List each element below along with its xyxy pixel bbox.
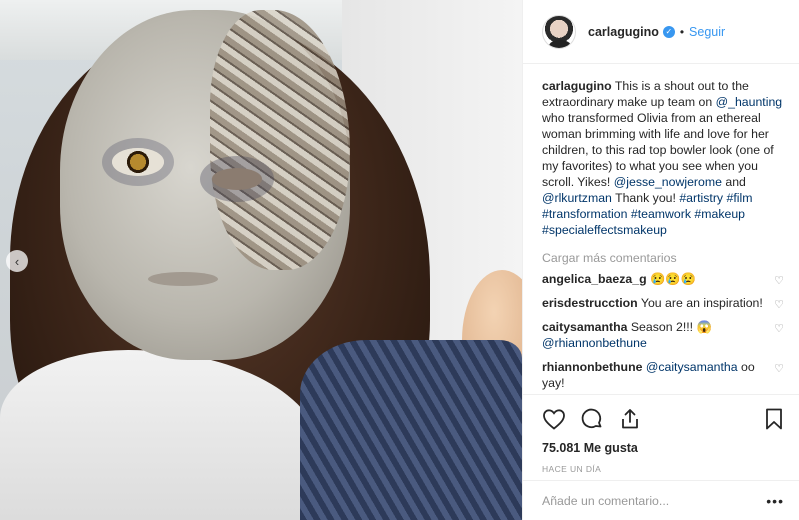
add-comment-bar: ••• [523,480,799,520]
post-sidebar: carlagugino ✓ • Seguir carlagugino This … [522,0,799,520]
mention-link[interactable]: @jesse_nowjerome [614,175,722,189]
right-eye [212,168,262,190]
comment-item: caitysamantha Season 2!!! 😱 @rhiannonbet… [542,319,788,351]
share-icon[interactable] [618,407,642,431]
comment-text: Season 2!!! 😱 [630,320,712,334]
post-actions: 75.081 Me gusta HACE UN DÍA [523,394,799,494]
mention-link[interactable]: @rhiannonbethune [542,336,647,350]
mention-link[interactable]: @caitysamantha [646,360,738,374]
bookmark-icon[interactable] [764,407,784,431]
comments-section: carlagugino This is a shout out to the e… [523,64,799,394]
verified-badge-icon: ✓ [662,25,675,38]
mention-link[interactable]: @_haunting [716,95,783,109]
comment-icon[interactable] [580,407,604,431]
header-username[interactable]: carlagugino [588,25,659,39]
blue-towel [300,340,522,520]
comment-username[interactable]: angelica_baeza_g [542,272,647,286]
heart-icon[interactable] [542,408,566,430]
comment-username[interactable]: caitysamantha [542,320,627,334]
comment-text: 😢😢😢 [650,272,696,286]
left-eye [112,148,164,176]
heart-icon[interactable]: ♡ [774,321,784,337]
post-photo[interactable]: ‹ [0,0,522,520]
comment-item: rhiannonbethune @caitysamantha oo yay! ♡ [542,359,788,391]
action-icons-row [542,405,784,433]
caption: carlagugino This is a shout out to the e… [542,78,788,238]
mention-link[interactable]: @rlkurtzman [542,191,612,205]
comment-item: erisdestrucction You are an inspiration!… [542,295,788,311]
caption-username[interactable]: carlagugino [542,79,612,93]
post-timestamp[interactable]: HACE UN DÍA [542,464,784,474]
likes-count[interactable]: 75.081 Me gusta [542,441,784,455]
chevron-left-icon[interactable]: ‹ [6,250,28,272]
comment-username[interactable]: rhiannonbethune [542,360,642,374]
comment-username[interactable]: erisdestrucction [542,296,638,310]
mouth [148,272,218,286]
heart-icon[interactable]: ♡ [774,273,784,289]
post-header: carlagugino ✓ • Seguir [523,0,799,64]
comment-text: You are an inspiration! [640,296,763,310]
caption-text: and [721,175,746,189]
separator-dot: • [679,24,685,39]
comment-input[interactable] [542,493,767,508]
more-options-button[interactable]: ••• [766,493,784,509]
comment-item: angelica_baeza_g 😢😢😢 ♡ [542,271,788,287]
caption-text: Thank you! [611,191,680,205]
heart-icon[interactable]: ♡ [774,297,784,313]
follow-button[interactable]: Seguir [689,25,725,39]
heart-icon[interactable]: ♡ [774,361,784,377]
load-more-comments-button[interactable]: Cargar más comentarios [542,251,788,265]
avatar[interactable] [542,14,576,49]
